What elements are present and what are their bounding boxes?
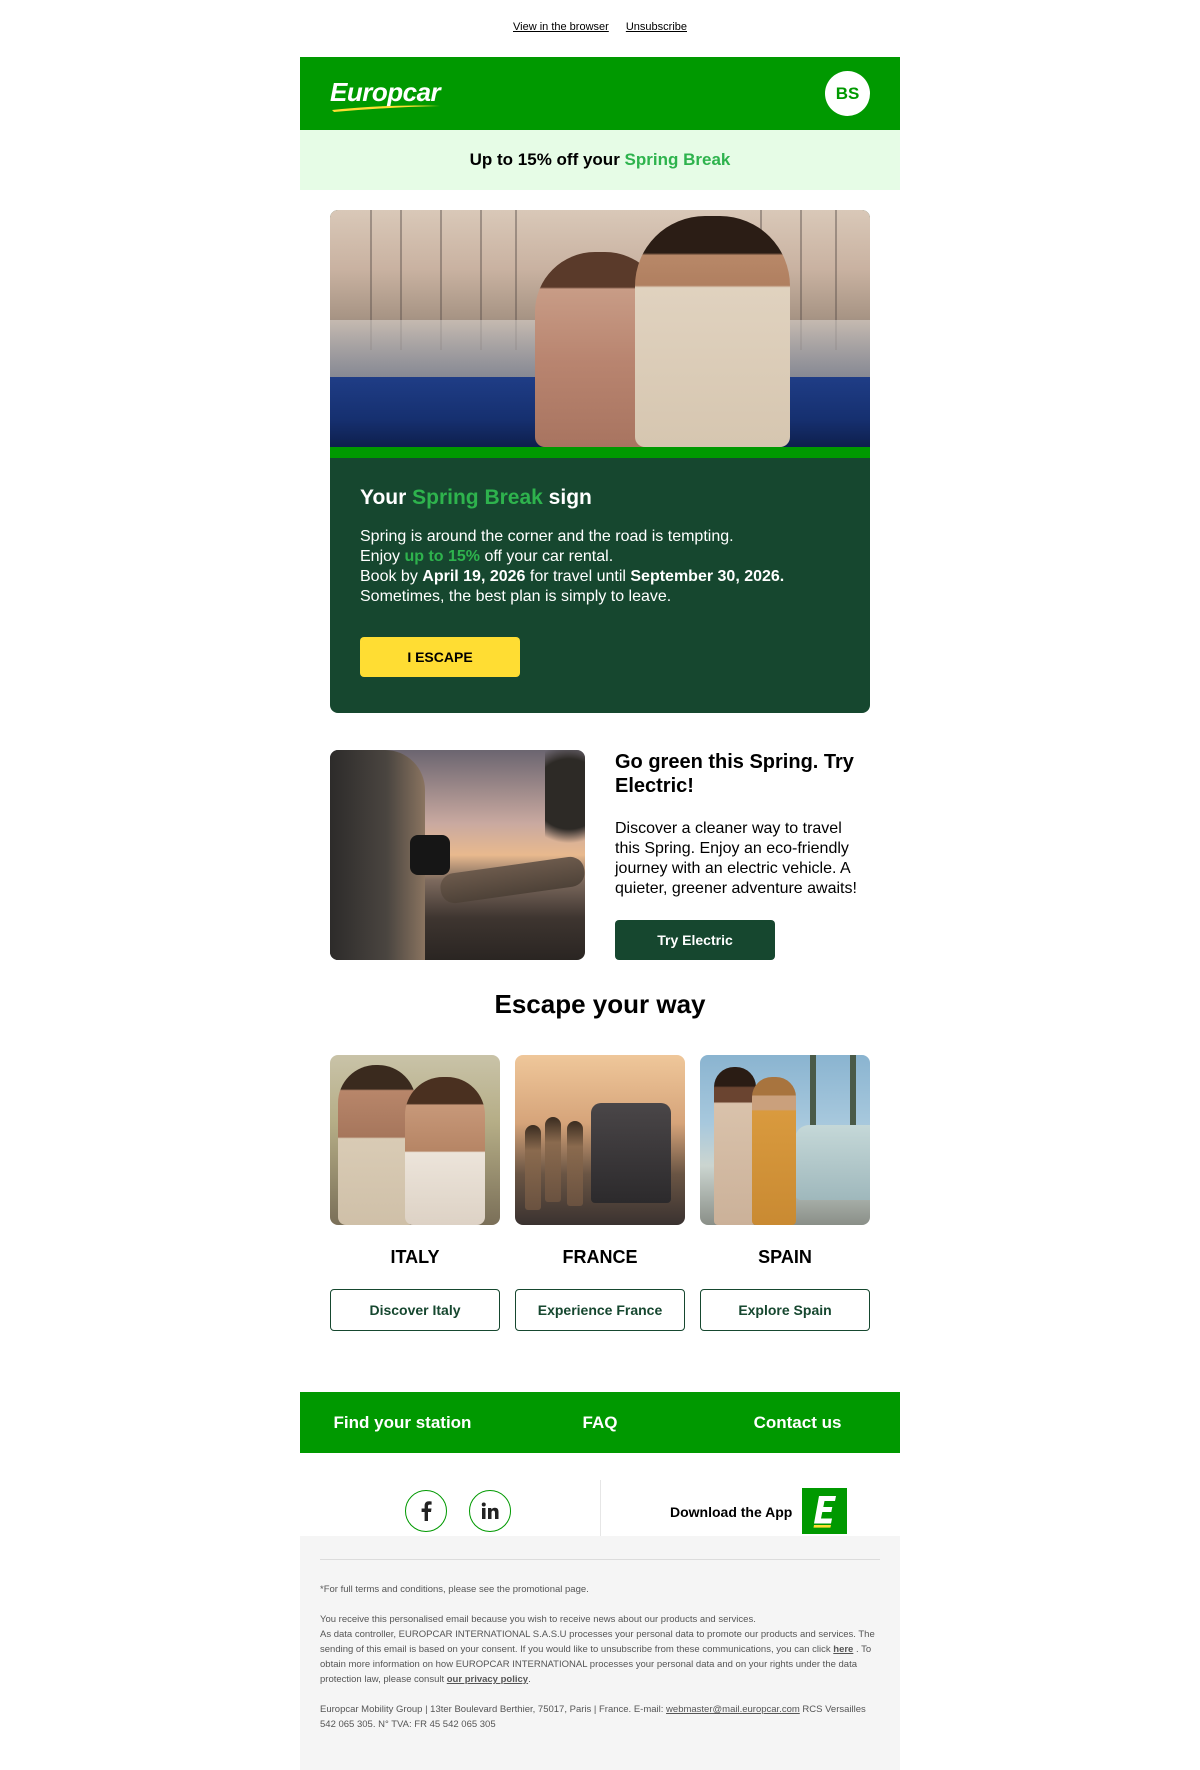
download-app-label: Download the App (670, 1504, 793, 1520)
hero-image (330, 210, 870, 447)
faq-link[interactable]: FAQ (505, 1413, 695, 1433)
explore-spain-button[interactable]: Explore Spain (700, 1289, 870, 1331)
destination-name: ITALY (390, 1247, 440, 1267)
hero-line-3: Book by April 19, 2026 for travel until … (360, 568, 785, 585)
header: Europcar BS (300, 57, 900, 130)
france-photo[interactable] (515, 1055, 685, 1225)
hero-line-2: Enjoy up to 15% off your car rental. (360, 548, 614, 565)
promo-bar: Up to 15% off your Spring Break (300, 130, 900, 190)
view-in-browser-link[interactable]: View in the browser (513, 21, 609, 33)
address-text: Europcar Mobility Group | 13ter Boulevar… (320, 1704, 866, 1730)
consent-text: You receive this personalised email beca… (320, 1614, 875, 1685)
europcar-app-icon[interactable] (802, 1488, 847, 1534)
hero-line-4: Sometimes, the best plan is simply to le… (360, 588, 672, 605)
destination-name: FRANCE (562, 1247, 638, 1267)
promo-text: Up to 15% off your (469, 150, 625, 169)
linkedin-icon[interactable] (469, 1490, 511, 1532)
destination-name: SPAIN (758, 1247, 812, 1267)
footer-rule (320, 1559, 880, 1560)
terms-text: *For full terms and conditions, please s… (320, 1584, 589, 1595)
logo-swoosh-icon (332, 105, 440, 112)
hero-stripe (330, 447, 870, 458)
electric-image (330, 750, 585, 960)
spain-photo[interactable] (700, 1055, 870, 1225)
electric-body: Discover a cleaner way to travel this Sp… (615, 820, 857, 897)
promo-highlight: Spring Break (624, 150, 731, 169)
unsubscribe-link[interactable]: Unsubscribe (626, 21, 687, 33)
try-electric-button[interactable]: Try Electric (615, 920, 775, 960)
experience-france-button[interactable]: Experience France (515, 1289, 685, 1331)
email-container: Europcar BS Up to 15% off your Spring Br… (300, 57, 900, 1453)
escape-title: Escape your way (494, 989, 706, 1019)
top-links: View in the browser Unsubscribe (0, 21, 1200, 33)
i-escape-button[interactable]: I ESCAPE (360, 637, 520, 677)
footer-navbar: Find your station FAQ Contact us (300, 1392, 900, 1453)
destination-spain: SPAIN Explore Spain (700, 1055, 870, 1331)
user-avatar[interactable]: BS (825, 71, 870, 116)
discover-italy-button[interactable]: Discover Italy (330, 1289, 500, 1331)
find-station-link[interactable]: Find your station (300, 1413, 505, 1433)
facebook-icon[interactable] (405, 1490, 447, 1532)
legal-footer: *For full terms and conditions, please s… (300, 1536, 900, 1770)
hero-body: Your Spring Break sign Spring is around … (330, 458, 870, 677)
hero-title: Your Spring Break sign (360, 486, 592, 509)
hero-line-1: Spring is around the corner and the road… (360, 528, 734, 545)
electric-section: Go green this Spring. Try Electric! Disc… (330, 750, 870, 960)
hero-text: Spring is around the corner and the road… (360, 527, 840, 607)
social-divider (600, 1480, 601, 1538)
unsubscribe-here-link[interactable]: here (833, 1644, 853, 1655)
privacy-policy-link[interactable]: our privacy policy (447, 1674, 528, 1685)
hero-card: Your Spring Break sign Spring is around … (330, 210, 870, 713)
destination-italy: ITALY Discover Italy (330, 1055, 500, 1331)
contact-us-link[interactable]: Contact us (695, 1413, 900, 1433)
destination-france: FRANCE Experience France (515, 1055, 685, 1331)
electric-title: Go green this Spring. Try Electric! (615, 751, 854, 797)
electric-text: Go green this Spring. Try Electric! Disc… (615, 750, 870, 960)
italy-photo[interactable] (330, 1055, 500, 1225)
webmaster-email-link[interactable]: webmaster@mail.europcar.com (666, 1704, 800, 1715)
